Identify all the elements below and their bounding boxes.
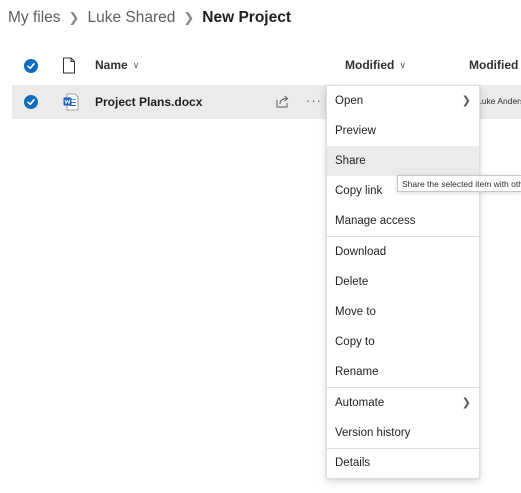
share-tooltip: Share the selected item with other peopl… [397, 175, 521, 192]
menu-item-label: Manage access [335, 215, 416, 227]
column-header-modified-label: Modified [345, 58, 395, 72]
breadcrumb-luke-shared[interactable]: Luke Shared [87, 9, 175, 27]
breadcrumb: My files ❯ Luke Shared ❯ New Project [8, 6, 291, 30]
file-name-link[interactable]: Project Plans.docx [95, 95, 202, 109]
menu-item-manage-access[interactable]: Manage access [327, 206, 479, 236]
menu-item-download[interactable]: Download [327, 237, 479, 267]
menu-item-open[interactable]: Open ❯ [327, 86, 479, 116]
share-icon[interactable] [275, 94, 290, 109]
menu-item-label: Preview [335, 125, 376, 137]
chevron-right-icon: ❯ [461, 397, 471, 409]
checkmark-icon [27, 99, 35, 106]
checkmark-icon [27, 63, 35, 70]
column-header-name[interactable]: Name ∨ [95, 58, 139, 72]
context-menu: Open ❯ Preview Share Copy link Manage ac… [326, 85, 480, 479]
chevron-down-icon: ∨ [399, 59, 406, 70]
breadcrumb-my-files[interactable]: My files [8, 9, 61, 27]
breadcrumb-new-project[interactable]: New Project [202, 9, 291, 27]
menu-item-label: Automate [335, 397, 385, 409]
more-actions-icon[interactable]: ··· [306, 93, 322, 108]
file-list-header: Name ∨ Modified ∨ Modified By [12, 52, 521, 80]
row-checkbox[interactable] [24, 95, 38, 109]
menu-item-share[interactable]: Share [327, 146, 479, 176]
modified-by-cell: Luke Anderson [477, 96, 521, 106]
menu-item-rename[interactable]: Rename [327, 357, 479, 387]
select-all-checkbox[interactable] [24, 59, 38, 73]
menu-item-automate[interactable]: Automate ❯ [327, 388, 479, 418]
menu-item-copy-to[interactable]: Copy to [327, 327, 479, 357]
menu-item-label: Details [335, 457, 371, 469]
file-type-icon[interactable] [62, 57, 76, 74]
word-document-icon [63, 93, 79, 111]
menu-item-label: Open [335, 95, 364, 107]
menu-item-preview[interactable]: Preview [327, 116, 479, 146]
menu-item-label: Copy link [335, 185, 383, 197]
menu-item-label: Version history [335, 427, 411, 439]
chevron-down-icon: ∨ [132, 59, 140, 70]
breadcrumb-separator-icon: ❯ [68, 10, 80, 25]
chevron-right-icon: ❯ [461, 95, 471, 107]
menu-item-label: Copy to [335, 336, 375, 348]
menu-item-version-history[interactable]: Version history [327, 418, 479, 448]
breadcrumb-separator-icon: ❯ [183, 10, 195, 25]
column-header-modified-by[interactable]: Modified By [469, 58, 521, 72]
menu-item-delete[interactable]: Delete [327, 267, 479, 297]
menu-item-label: Rename [335, 366, 379, 378]
menu-item-details[interactable]: Details [327, 448, 479, 478]
column-header-modified[interactable]: Modified ∨ [345, 58, 406, 72]
column-header-name-label: Name [95, 58, 128, 72]
menu-item-label: Download [335, 246, 387, 258]
menu-item-move-to[interactable]: Move to [327, 297, 479, 327]
menu-item-label: Delete [335, 276, 369, 288]
menu-item-label: Share [335, 155, 366, 167]
menu-item-label: Move to [335, 306, 376, 318]
